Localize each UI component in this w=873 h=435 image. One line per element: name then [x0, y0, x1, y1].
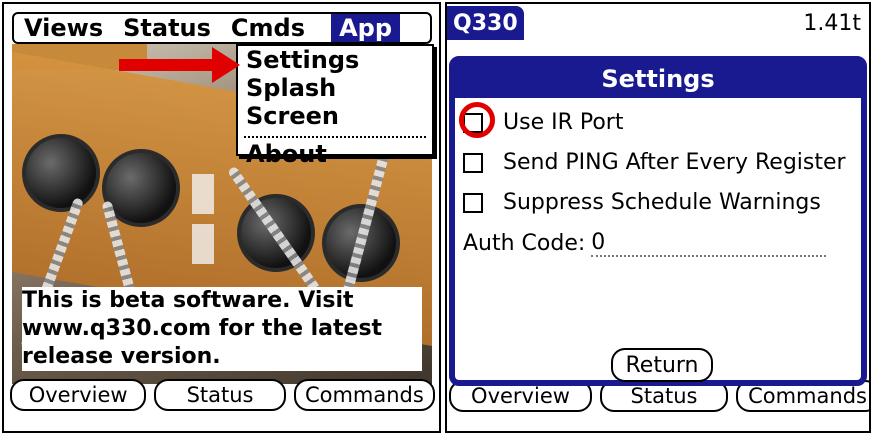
beta-line-3: release version.: [22, 344, 221, 369]
beta-line-2: www.q330.com for the latest: [22, 316, 383, 341]
red-circle-annotation: [459, 102, 495, 138]
auth-code-row: Auth Code: 0: [463, 230, 827, 257]
status-button[interactable]: Status: [154, 379, 286, 411]
settings-dialog: Settings Use IR Port Send PING After Eve…: [449, 56, 867, 386]
auth-code-label: Auth Code:: [463, 231, 586, 256]
label-strip: [192, 224, 214, 264]
commands-button[interactable]: Commands: [293, 379, 435, 411]
menu-item-settings[interactable]: Settings: [238, 46, 432, 74]
menu-views[interactable]: Views: [14, 14, 113, 42]
bottom-button-bar: Overview Status Commands: [10, 379, 435, 411]
version-label: 1.41t: [803, 10, 861, 36]
menu-bar: Views Status Cmds App: [12, 12, 432, 44]
menu-cmds[interactable]: Cmds: [221, 14, 315, 42]
overview-button[interactable]: Overview: [10, 379, 147, 411]
menu-status[interactable]: Status: [113, 14, 221, 42]
option-label: Suppress Schedule Warnings: [503, 190, 821, 215]
beta-line-1: This is beta software. Visit: [22, 288, 354, 313]
menu-item-splash-screen[interactable]: Splash Screen: [238, 74, 432, 130]
option-send-ping[interactable]: Send PING After Every Register: [463, 150, 846, 175]
title-bar: Q330 1.41t: [447, 4, 869, 42]
auth-code-value: 0: [591, 230, 606, 255]
checkbox-icon[interactable]: [463, 192, 483, 213]
beta-notice: This is beta software. Visit www.q330.co…: [22, 287, 422, 371]
option-use-ir-port[interactable]: Use IR Port: [459, 102, 624, 138]
right-screen: Q330 1.41t Overview Status Commands Sett…: [445, 2, 871, 433]
return-button[interactable]: Return: [611, 348, 713, 382]
app-menu-dropdown: Settings Splash Screen About: [236, 44, 434, 168]
red-arrow-head: [212, 47, 240, 83]
option-label: Send PING After Every Register: [503, 150, 846, 175]
auth-code-field[interactable]: 0: [591, 230, 827, 257]
option-label: Use IR Port: [503, 110, 624, 135]
menu-item-about[interactable]: About: [238, 140, 432, 168]
checkbox-icon[interactable]: [463, 152, 483, 173]
settings-title: Settings: [455, 62, 861, 98]
label-strip: [192, 174, 214, 214]
connector-knob: [22, 134, 100, 212]
menu-separator: [244, 136, 426, 138]
option-suppress-warnings[interactable]: Suppress Schedule Warnings: [463, 190, 821, 215]
left-screen: Views Status Cmds App Settings Splash Sc…: [2, 2, 441, 433]
app-title[interactable]: Q330: [447, 6, 524, 40]
menu-app[interactable]: App: [331, 14, 400, 42]
